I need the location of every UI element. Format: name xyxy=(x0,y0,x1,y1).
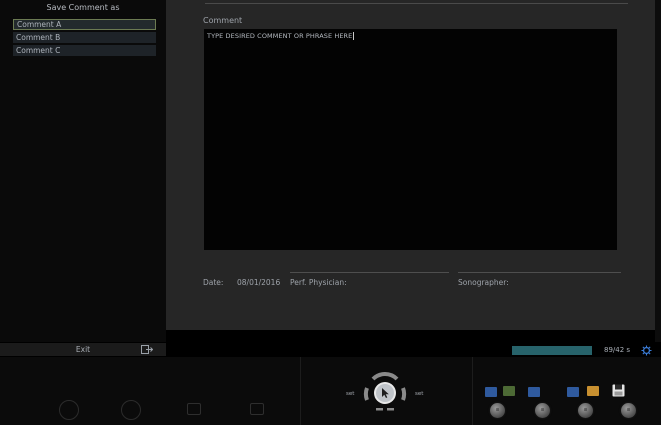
perf-physician-underline xyxy=(290,272,449,273)
sonographer-label[interactable]: Sonographer: xyxy=(458,278,509,287)
image-icon[interactable] xyxy=(485,387,497,397)
save-comment-panel: Save Comment as Comment A Comment B Comm… xyxy=(0,0,166,342)
knob-button-3[interactable]: ≡ xyxy=(578,403,593,418)
set-left-label[interactable]: set xyxy=(346,391,354,397)
knob-button-4[interactable]: ≡ xyxy=(621,403,636,418)
image-icon[interactable] xyxy=(567,387,579,397)
perf-physician-label[interactable]: Perf. Physician: xyxy=(290,278,347,287)
save-icon[interactable] xyxy=(612,384,625,397)
control-bar xyxy=(0,357,661,425)
print-icon[interactable] xyxy=(587,386,599,396)
text-caret xyxy=(353,32,355,40)
square-control-button[interactable] xyxy=(187,403,201,415)
cursor-icon xyxy=(382,388,389,398)
gear-icon[interactable] xyxy=(641,345,652,356)
sonographer-underline xyxy=(458,272,621,273)
comment-item-a[interactable]: Comment A xyxy=(13,19,156,30)
date-value[interactable]: 08/01/2016 xyxy=(237,278,280,287)
image-icon[interactable] xyxy=(528,387,540,397)
comment-item-b[interactable]: Comment B xyxy=(13,32,156,43)
set-right-label[interactable]: set xyxy=(415,391,423,397)
comment-text[interactable]: TYPE DESIRED COMMENT OR PHRASE HERE xyxy=(207,32,355,40)
divider xyxy=(205,3,628,4)
bar-divider xyxy=(472,357,473,425)
progress-bar xyxy=(512,346,592,355)
comment-item-c[interactable]: Comment C xyxy=(13,45,156,56)
date-label: Date: xyxy=(203,278,224,287)
right-edge-strip xyxy=(655,0,661,342)
panel-title: Save Comment as xyxy=(46,3,120,12)
bar-divider xyxy=(300,357,301,425)
round-control-button[interactable] xyxy=(59,400,79,420)
exit-door-icon[interactable] xyxy=(141,345,153,354)
square-control-button[interactable] xyxy=(250,403,264,415)
exit-button[interactable]: Exit xyxy=(0,343,166,356)
comment-editor-panel: Comment TYPE DESIRED COMMENT OR PHRASE H… xyxy=(166,0,655,330)
comment-label: Comment xyxy=(203,16,243,25)
round-control-button[interactable] xyxy=(121,400,141,420)
photo-icon[interactable] xyxy=(503,386,515,396)
knob-button-2[interactable]: ≡ xyxy=(535,403,550,418)
knob-button-1[interactable]: ≡ xyxy=(490,403,505,418)
comment-text-value: TYPE DESIRED COMMENT OR PHRASE HERE xyxy=(207,32,353,40)
progress-text: 89/42 s xyxy=(604,346,631,354)
comment-textarea[interactable]: TYPE DESIRED COMMENT OR PHRASE HERE xyxy=(204,29,617,250)
